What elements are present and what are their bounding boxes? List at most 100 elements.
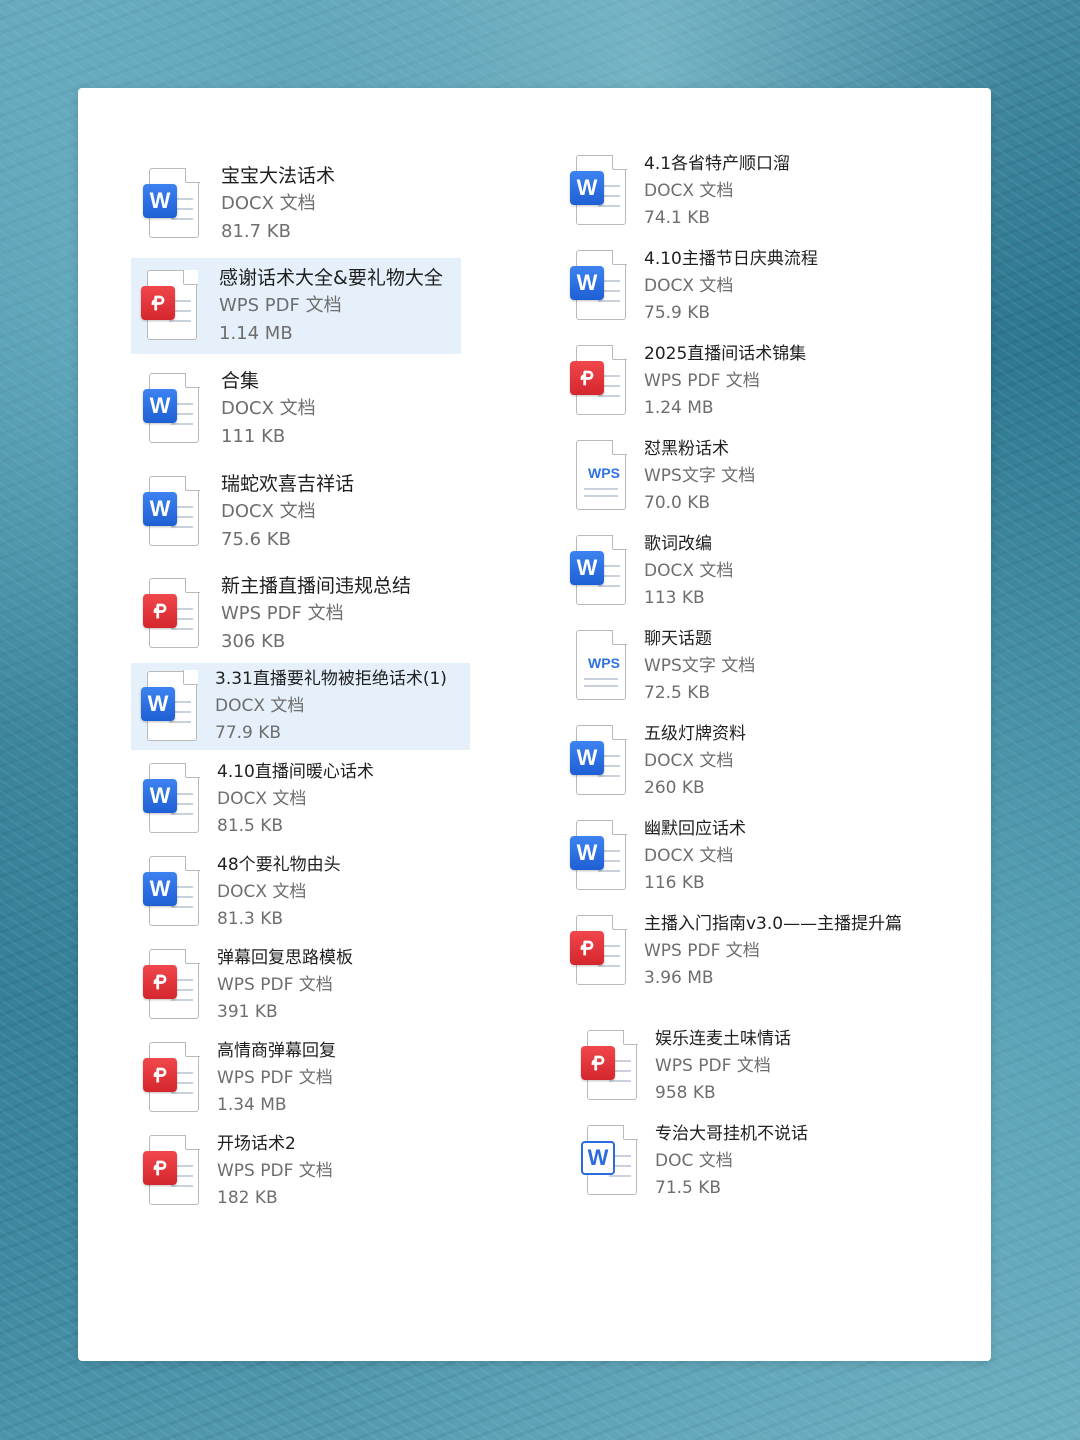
file-item[interactable]: WPS 聊天话题 WPS文字 文档 72.5 KB: [560, 623, 960, 709]
file-item[interactable]: W 瑞蛇欢喜吉祥话 DOCX 文档 75.6 KB: [133, 466, 463, 558]
file-type: WPS PDF 文档: [655, 1055, 771, 1076]
file-name: 聊天话题: [644, 628, 712, 649]
file-size: 81.3 KB: [217, 908, 284, 929]
pdf-icon: [581, 1029, 639, 1102]
file-item[interactable]: W 五级灯牌资料 DOCX 文档 260 KB: [560, 718, 960, 804]
pdf-icon: [570, 344, 628, 417]
file-type: DOCX 文档: [217, 881, 307, 902]
file-item[interactable]: 高情商弹幕回复 WPS PDF 文档 1.34 MB: [133, 1035, 463, 1121]
pdf-icon: [141, 269, 199, 342]
file-type: DOCX 文档: [217, 788, 307, 809]
file-item[interactable]: 开场话术2 WPS PDF 文档 182 KB: [133, 1128, 463, 1214]
file-item[interactable]: W 幽默回应话术 DOCX 文档 116 KB: [560, 813, 960, 899]
file-item[interactable]: W 歌词改编 DOCX 文档 113 KB: [560, 528, 960, 614]
file-name: 主播入门指南v3.0——主播提升篇: [644, 913, 903, 934]
file-item[interactable]: W 4.10直播间暖心话术 DOCX 文档 81.5 KB: [133, 756, 463, 842]
file-item[interactable]: W 专治大哥挂机不说话 DOC 文档 71.5 KB: [571, 1118, 971, 1204]
file-name: 幽默回应话术: [644, 818, 746, 839]
pdf-icon: [143, 1041, 201, 1114]
file-size: 1.24 MB: [644, 397, 714, 418]
word-icon: W: [143, 167, 201, 240]
wps-writer-icon: WPS: [570, 629, 628, 702]
file-size: 75.6 KB: [221, 529, 291, 550]
file-name: 2025直播间话术锦集: [644, 343, 807, 364]
file-size: 75.9 KB: [644, 302, 711, 323]
file-item[interactable]: W 4.1各省特产顺口溜 DOCX 文档 74.1 KB: [560, 148, 960, 234]
file-item[interactable]: 娱乐连麦土味情话 WPS PDF 文档 958 KB: [571, 1023, 971, 1109]
word-icon: W: [143, 372, 201, 445]
file-list-panel: W 宝宝大法话术 DOCX 文档 81.7 KB 感谢话术大全&要礼物大全 WPS P…: [78, 88, 991, 1361]
doc-icon: W: [581, 1124, 639, 1197]
word-icon: W: [143, 855, 201, 928]
file-name: 感谢话术大全&要礼物大全: [219, 267, 443, 289]
file-type: WPS文字 文档: [644, 655, 756, 676]
file-size: 71.5 KB: [655, 1177, 722, 1198]
file-item[interactable]: W 合集 DOCX 文档 111 KB: [133, 363, 463, 455]
file-type: DOCX 文档: [221, 501, 316, 522]
file-item[interactable]: WPS 怼黑粉话术 WPS文字 文档 70.0 KB: [560, 433, 960, 519]
file-item-selected[interactable]: 感谢话术大全&要礼物大全 WPS PDF 文档 1.14 MB: [131, 258, 461, 354]
word-icon: W: [570, 724, 628, 797]
word-icon: W: [143, 475, 201, 548]
file-type: DOCX 文档: [644, 750, 734, 771]
word-icon: W: [570, 534, 628, 607]
file-type: WPS PDF 文档: [217, 974, 333, 995]
file-size: 958 KB: [655, 1082, 716, 1103]
file-item[interactable]: 2025直播间话术锦集 WPS PDF 文档 1.24 MB: [560, 338, 960, 424]
word-icon: W: [570, 154, 628, 227]
file-type: DOCX 文档: [215, 696, 305, 716]
file-name: 3.31直播要礼物被拒绝话术(1): [215, 669, 447, 689]
file-size: 70.0 KB: [644, 492, 711, 513]
file-item[interactable]: 弹幕回复思路模板 WPS PDF 文档 391 KB: [133, 942, 463, 1028]
file-type: DOCX 文档: [644, 560, 734, 581]
file-size: 77.9 KB: [215, 723, 282, 743]
file-size: 111 KB: [221, 426, 286, 447]
file-size: 116 KB: [644, 872, 705, 893]
file-type: WPS PDF 文档: [644, 370, 760, 391]
pdf-icon: [143, 948, 201, 1021]
file-type: DOCX 文档: [644, 845, 734, 866]
file-type: DOCX 文档: [221, 193, 316, 214]
file-name: 新主播直播间违规总结: [221, 575, 412, 597]
file-name: 高情商弹幕回复: [217, 1040, 336, 1061]
file-size: 260 KB: [644, 777, 705, 798]
file-size: 182 KB: [217, 1187, 278, 1208]
word-icon: W: [570, 819, 628, 892]
file-item[interactable]: 新主播直播间违规总结 WPS PDF 文档 306 KB: [133, 568, 463, 660]
file-item[interactable]: W 48个要礼物由头 DOCX 文档 81.3 KB: [133, 849, 463, 935]
file-name: 瑞蛇欢喜吉祥话: [221, 473, 355, 495]
file-type: WPS文字 文档: [644, 465, 756, 486]
pdf-icon: [143, 1134, 201, 1207]
file-size: 3.96 MB: [644, 967, 714, 988]
file-name: 4.10直播间暖心话术: [217, 761, 374, 782]
file-name: 宝宝大法话术: [221, 165, 336, 187]
file-size: 113 KB: [644, 587, 705, 608]
file-size: 81.5 KB: [217, 815, 284, 836]
file-item[interactable]: W 4.10主播节日庆典流程 DOCX 文档 75.9 KB: [560, 243, 960, 329]
file-size: 81.7 KB: [221, 221, 291, 242]
file-name: 合集: [221, 370, 260, 392]
file-item[interactable]: 主播入门指南v3.0——主播提升篇 WPS PDF 文档 3.96 MB: [560, 908, 980, 994]
file-size: 72.5 KB: [644, 682, 711, 703]
file-type: WPS PDF 文档: [217, 1160, 333, 1181]
file-name: 开场话术2: [217, 1133, 296, 1154]
pdf-icon: [570, 914, 628, 987]
file-size: 391 KB: [217, 1001, 278, 1022]
file-size: 74.1 KB: [644, 207, 711, 228]
file-type: WPS PDF 文档: [217, 1067, 333, 1088]
file-type: DOC 文档: [655, 1150, 733, 1171]
file-name: 弹幕回复思路模板: [217, 947, 353, 968]
file-name: 专治大哥挂机不说话: [655, 1123, 808, 1144]
file-name: 娱乐连麦土味情话: [655, 1028, 791, 1049]
file-item-selected[interactable]: W 3.31直播要礼物被拒绝话术(1) DOCX 文档 77.9 KB: [131, 663, 470, 750]
word-icon: W: [141, 670, 199, 743]
file-name: 48个要礼物由头: [217, 854, 341, 875]
file-name: 歌词改编: [644, 533, 712, 554]
word-icon: W: [143, 762, 201, 835]
file-name: 4.1各省特产顺口溜: [644, 153, 791, 174]
file-name: 怼黑粉话术: [644, 438, 729, 459]
wps-writer-icon: WPS: [570, 439, 628, 512]
file-type: DOCX 文档: [221, 398, 316, 419]
file-item[interactable]: W 宝宝大法话术 DOCX 文档 81.7 KB: [133, 158, 463, 250]
file-name: 4.10主播节日庆典流程: [644, 248, 818, 269]
